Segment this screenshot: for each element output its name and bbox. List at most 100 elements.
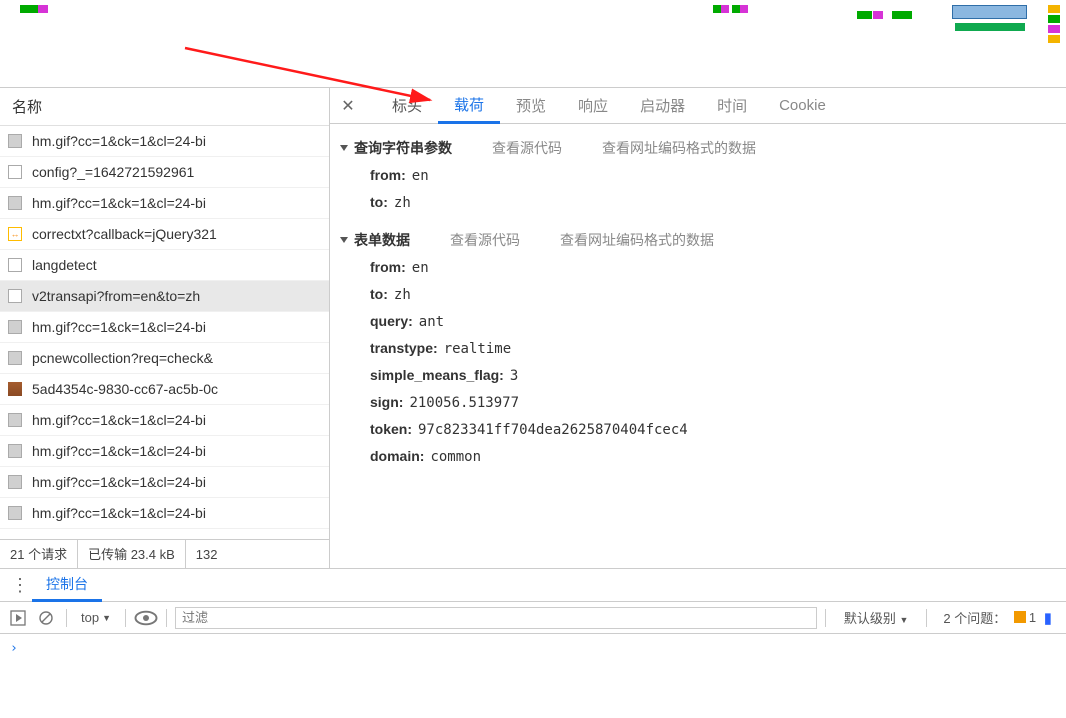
request-name: hm.gif?cc=1&ck=1&cl=24-bi <box>32 133 206 149</box>
timeline-overview[interactable] <box>0 0 1066 88</box>
collapse-icon <box>340 237 348 243</box>
details-tabs: ✕ 标头载荷预览响应启动器时间Cookie <box>330 88 1066 124</box>
request-row[interactable]: pcnewcollection?req=check& <box>0 343 329 374</box>
drawer-tabs: ⋮ 控制台 <box>0 569 1066 602</box>
section-title: 查询字符串参数 <box>354 138 452 158</box>
payload-panel[interactable]: 查询字符串参数查看源代码查看网址编码格式的数据from:ento:zh表单数据查… <box>330 124 1066 568</box>
more-icon[interactable]: ⋮ <box>8 575 32 596</box>
file-type-icon <box>8 475 22 489</box>
request-row[interactable]: hm.gif?cc=1&ck=1&cl=24-bi <box>0 498 329 529</box>
kv-value: 97c823341ff704dea2625870404fcec4 <box>418 422 688 438</box>
request-row[interactable]: config?_=1642721592961 <box>0 157 329 188</box>
tab-启动器[interactable]: 启动器 <box>624 88 701 124</box>
tab-Cookie[interactable]: Cookie <box>763 88 842 124</box>
file-type-icon <box>8 258 22 272</box>
request-row[interactable]: hm.gif?cc=1&ck=1&cl=24-bi <box>0 405 329 436</box>
request-row[interactable]: v2transapi?from=en&to=zh <box>0 281 329 312</box>
section-link[interactable]: 查看网址编码格式的数据 <box>602 138 756 158</box>
kv-key: to: <box>370 194 388 210</box>
file-type-icon: ↔ <box>8 227 22 241</box>
console-toolbar: top▼ 默认级别 ▼ 2 个问题： 1 ▮ <box>0 602 1066 634</box>
warning-icon <box>1014 611 1026 623</box>
section-title: 表单数据 <box>354 230 410 250</box>
section-link[interactable]: 查看源代码 <box>450 230 520 250</box>
kv-value: realtime <box>444 341 511 357</box>
request-name: langdetect <box>32 257 97 273</box>
section-link[interactable]: 查看源代码 <box>492 138 562 158</box>
request-name: pcnewcollection?req=check& <box>32 350 213 366</box>
request-row[interactable]: langdetect <box>0 250 329 281</box>
kv-key: from: <box>370 259 406 275</box>
console-prompt[interactable]: › <box>0 634 1066 662</box>
file-type-icon <box>8 444 22 458</box>
tab-预览[interactable]: 预览 <box>500 88 562 124</box>
request-name: hm.gif?cc=1&ck=1&cl=24-bi <box>32 474 206 490</box>
request-name: hm.gif?cc=1&ck=1&cl=24-bi <box>32 443 206 459</box>
request-name: hm.gif?cc=1&ck=1&cl=24-bi <box>32 505 206 521</box>
kv-value: 210056.513977 <box>409 395 519 411</box>
kv-key: simple_means_flag: <box>370 367 504 383</box>
kv-key: to: <box>370 286 388 302</box>
request-row[interactable]: hm.gif?cc=1&ck=1&cl=24-bi <box>0 126 329 157</box>
kv-value: common <box>430 449 481 465</box>
file-type-icon <box>8 351 22 365</box>
file-type-icon <box>8 196 22 210</box>
kv-row: from:en <box>330 162 1066 189</box>
request-list-panel: 名称 hm.gif?cc=1&ck=1&cl=24-bi config?_=164… <box>0 88 330 568</box>
log-levels-selector[interactable]: 默认级别 ▼ <box>834 608 919 627</box>
request-name: hm.gif?cc=1&ck=1&cl=24-bi <box>32 195 206 211</box>
console-drawer: ⋮ 控制台 top▼ 默认级别 ▼ 2 个问题： 1 ▮ › <box>0 568 1066 718</box>
filter-input[interactable] <box>175 607 817 629</box>
kv-key: sign: <box>370 394 403 410</box>
tab-时间[interactable]: 时间 <box>701 88 763 124</box>
collapse-icon <box>340 145 348 151</box>
tab-载荷[interactable]: 载荷 <box>438 88 500 124</box>
section-header[interactable]: 表单数据 查看源代码 查看网址编码格式的数据 <box>330 226 1066 254</box>
request-row[interactable]: hm.gif?cc=1&ck=1&cl=24-bi <box>0 436 329 467</box>
kv-row: to: zh <box>330 189 1066 216</box>
status-requests: 21 个请求 <box>0 540 78 569</box>
kv-value: zh <box>394 195 411 211</box>
live-expression-icon[interactable] <box>134 606 158 630</box>
file-type-icon <box>8 134 22 148</box>
tab-响应[interactable]: 响应 <box>562 88 624 124</box>
tab-标头[interactable]: 标头 <box>376 88 438 124</box>
request-name: 5ad4354c-9830-cc67-ac5b-0c <box>32 381 218 397</box>
kv-key: domain: <box>370 448 424 464</box>
close-icon[interactable]: ✕ <box>338 96 358 116</box>
clear-icon[interactable] <box>34 606 58 630</box>
kv-key: from: <box>370 167 406 183</box>
request-row[interactable]: hm.gif?cc=1&ck=1&cl=24-bi <box>0 467 329 498</box>
file-type-icon <box>8 289 22 303</box>
request-row[interactable]: ↔ correctxt?callback=jQuery321 <box>0 219 329 250</box>
details-panel: ✕ 标头载荷预览响应启动器时间Cookie 查询字符串参数查看源代码查看网址编码… <box>330 88 1066 568</box>
request-name: correctxt?callback=jQuery321 <box>32 226 217 242</box>
kv-row: transtype: realtime <box>330 335 1066 362</box>
kv-row: to: zh <box>330 281 1066 308</box>
kv-key: query: <box>370 313 413 329</box>
kv-value: 3 <box>510 368 518 384</box>
request-list[interactable]: hm.gif?cc=1&ck=1&cl=24-bi config?_=164272… <box>0 126 329 539</box>
request-row[interactable]: hm.gif?cc=1&ck=1&cl=24-bi <box>0 188 329 219</box>
issues-summary[interactable]: 2 个问题： 1 ▮ <box>935 608 1060 627</box>
request-name: hm.gif?cc=1&ck=1&cl=24-bi <box>32 412 206 428</box>
kv-key: transtype: <box>370 340 438 356</box>
kv-row: sign: 210056.513977 <box>330 389 1066 416</box>
status-resources: 132 <box>186 540 228 569</box>
file-type-icon <box>8 506 22 520</box>
section-header[interactable]: 查询字符串参数 查看源代码 查看网址编码格式的数据 <box>330 134 1066 162</box>
kv-key: token: <box>370 421 412 437</box>
sidebar-header: 名称 <box>0 88 329 126</box>
kv-row: simple_means_flag: 3 <box>330 362 1066 389</box>
execute-icon[interactable] <box>6 606 30 630</box>
drawer-tab-console[interactable]: 控制台 <box>32 569 102 602</box>
kv-value: ant <box>419 314 444 330</box>
file-type-icon <box>8 320 22 334</box>
file-type-icon <box>8 413 22 427</box>
request-row[interactable]: hm.gif?cc=1&ck=1&cl=24-bi <box>0 312 329 343</box>
request-row[interactable]: 5ad4354c-9830-cc67-ac5b-0c <box>0 374 329 405</box>
status-transferred: 已传输 23.4 kB <box>78 540 186 569</box>
kv-value: zh <box>394 287 411 303</box>
section-link[interactable]: 查看网址编码格式的数据 <box>560 230 714 250</box>
context-selector[interactable]: top▼ <box>75 610 117 625</box>
